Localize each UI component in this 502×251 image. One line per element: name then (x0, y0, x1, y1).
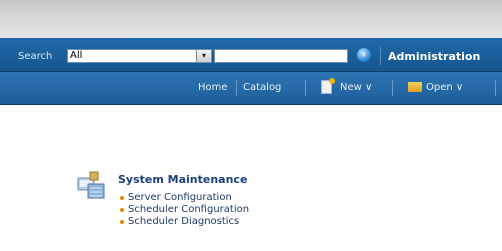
nav-catalog-link[interactable]: Catalog (243, 82, 281, 93)
scheduler-diagnostics-link[interactable]: Scheduler Diagnostics (128, 216, 239, 227)
scheduler-configuration-link[interactable]: Scheduler Configuration (128, 204, 249, 215)
nav-home-link[interactable]: Home (198, 82, 228, 93)
search-input[interactable] (214, 49, 348, 63)
go-arrow-icon[interactable]: › (357, 48, 371, 62)
nav-new-menu[interactable]: New ∨ (340, 82, 372, 93)
maintenance-link-list: Server Configuration Scheduler Configura… (120, 192, 249, 228)
global-nav-bar: Home Catalog New ∨ Open ∨ (0, 72, 502, 105)
list-item[interactable]: Scheduler Configuration (120, 204, 249, 216)
list-item[interactable]: Scheduler Diagnostics (120, 216, 249, 228)
search-label: Search (18, 51, 53, 62)
divider (305, 80, 306, 96)
bullet-icon (120, 220, 124, 224)
search-scope-value: All (70, 50, 83, 61)
folder-open-icon (408, 82, 422, 92)
server-configuration-link[interactable]: Server Configuration (128, 192, 232, 203)
divider (495, 80, 496, 96)
top-band (0, 0, 502, 38)
system-maintenance-icon (77, 171, 105, 199)
divider (380, 47, 381, 65)
list-item[interactable]: Server Configuration (120, 192, 249, 204)
chevron-down-icon[interactable]: ▾ (196, 50, 211, 62)
system-maintenance-section: System Maintenance Server Configuration … (76, 168, 476, 248)
search-scope-select[interactable]: All ▾ (67, 49, 212, 63)
administration-link[interactable]: Administration (388, 50, 480, 63)
bullet-icon (120, 196, 124, 200)
search-bar: Search All ▾ › Administration (0, 38, 502, 72)
divider (236, 80, 237, 96)
divider (392, 80, 393, 96)
bullet-icon (120, 208, 124, 212)
nav-open-menu[interactable]: Open ∨ (426, 82, 463, 93)
new-document-icon (321, 78, 335, 94)
section-title: System Maintenance (118, 173, 248, 186)
